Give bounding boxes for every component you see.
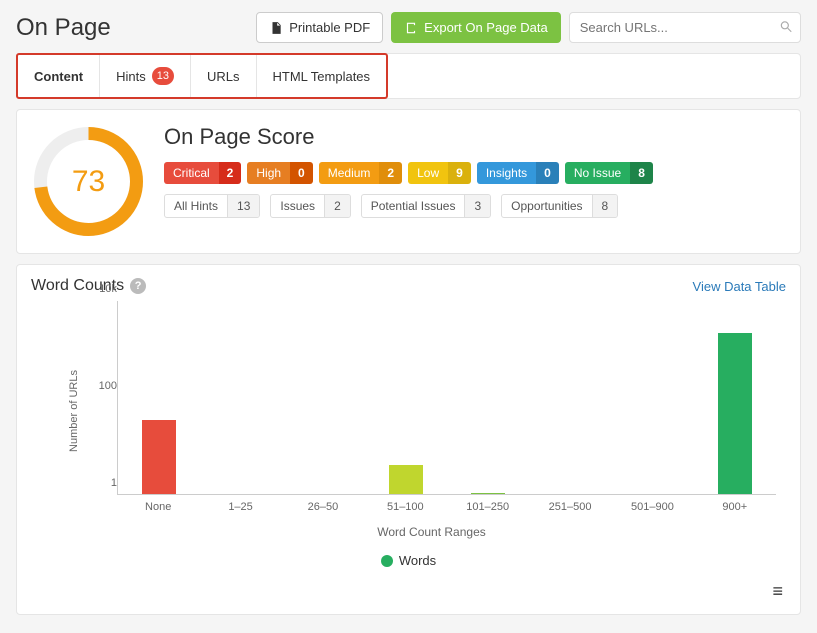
x-tick: 900+ [694,495,776,521]
y-tick: 100 [77,380,117,392]
pill-high[interactable]: High0 [247,162,312,184]
view-data-table-link[interactable]: View Data Table [693,279,786,294]
tab-row: Content Hints 13 URLs HTML Templates [16,53,801,99]
x-tick: 1–25 [199,495,281,521]
x-tick: 501–900 [611,495,693,521]
help-icon[interactable]: ? [130,278,146,294]
score-card: 73 On Page Score Critical2 High0 Medium2 Lo… [16,109,801,254]
pill-noissue[interactable]: No Issue8 [565,162,653,184]
pill-medium[interactable]: Medium2 [319,162,402,184]
tabs-highlighted: Content Hints 13 URLs HTML Templates [16,53,388,99]
export-icon [404,21,418,35]
export-button[interactable]: Export On Page Data [391,12,561,43]
x-tick: 51–100 [364,495,446,521]
export-label: Export On Page Data [424,20,548,35]
x-tick: None [117,495,199,521]
score-value: 73 [31,124,146,239]
pill-insights[interactable]: Insights0 [477,162,559,184]
bar[interactable] [718,333,752,494]
bars [118,301,776,494]
bar[interactable] [389,465,423,494]
legend-dot [381,555,393,567]
chip[interactable]: Potential Issues3 [361,194,491,218]
severity-pill-row: Critical2 High0 Medium2 Low9 Insights0 No Iss… [164,162,786,184]
printable-pdf-button[interactable]: Printable PDF [256,12,383,43]
x-tick: 251–500 [529,495,611,521]
word-counts-card: Word Counts ? View Data Table Number of … [16,264,801,615]
chip[interactable]: All Hints13 [164,194,260,218]
file-icon [269,21,283,35]
search-input[interactable] [569,12,801,43]
tab-urls[interactable]: URLs [191,55,257,97]
tab-hints-label: Hints [116,69,146,84]
pill-low[interactable]: Low9 [408,162,471,184]
page-title: On Page [16,14,248,42]
tab-content[interactable]: Content [18,55,100,97]
chart-menu-icon[interactable]: ≡ [772,581,782,602]
x-axis: None1–2526–5051–100101–250251–500501–900… [117,495,776,521]
y-tick: 1 [77,477,117,489]
chip[interactable]: Issues2 [270,194,350,218]
printable-pdf-label: Printable PDF [289,20,370,35]
plot-area [117,301,776,495]
y-tick: 10k [77,283,117,295]
bar[interactable] [471,493,505,494]
filter-chip-row: All Hints13 Issues2 Potential Issues3 Oppor… [164,194,786,218]
pill-critical[interactable]: Critical2 [164,162,241,184]
search-icon[interactable] [779,19,793,36]
score-title: On Page Score [164,124,786,150]
score-donut: 73 [31,124,146,239]
bar[interactable] [142,420,176,495]
x-axis-label: Word Count Ranges [77,525,786,539]
word-counts-chart: Number of URLs 110010k None1–2526–5051–1… [77,301,776,521]
tab-html-templates[interactable]: HTML Templates [257,55,387,97]
x-tick: 26–50 [282,495,364,521]
search-wrap [569,12,801,43]
y-axis: 110010k [77,301,117,495]
x-tick: 101–250 [447,495,529,521]
hints-count-badge: 13 [152,67,174,85]
legend-label: Words [399,553,436,568]
tab-hints[interactable]: Hints 13 [100,55,191,97]
chip[interactable]: Opportunities8 [501,194,618,218]
chart-legend: Words [31,553,786,568]
